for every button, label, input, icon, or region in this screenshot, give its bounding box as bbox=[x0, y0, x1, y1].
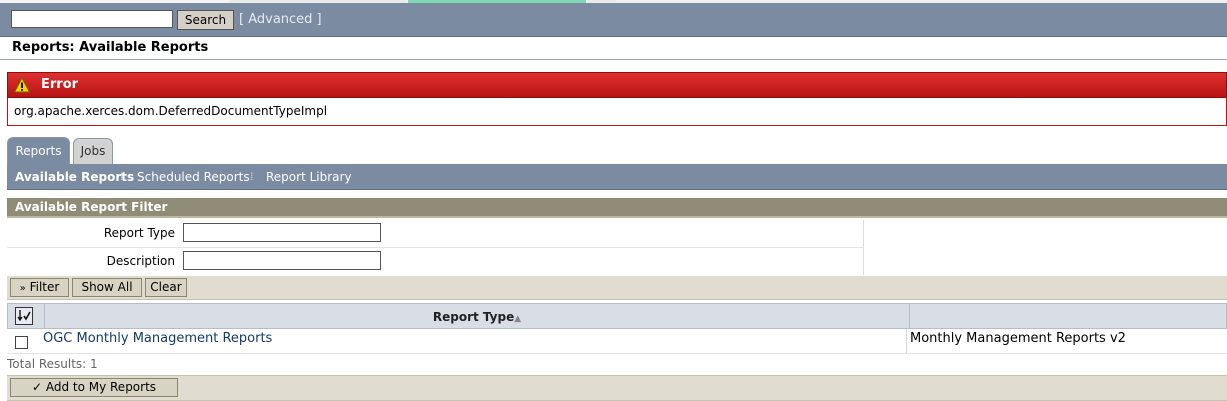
report-type-label: Report Type bbox=[103, 226, 175, 240]
add-to-my-reports-label: Add to My Reports bbox=[45, 380, 157, 394]
table-header: Report Type▲ bbox=[7, 303, 1227, 329]
warning-icon bbox=[14, 77, 30, 93]
column-divider bbox=[906, 329, 907, 354]
row-checkbox[interactable] bbox=[15, 336, 28, 349]
filter-chevron-icon: » bbox=[19, 283, 26, 294]
search-input[interactable] bbox=[11, 10, 173, 28]
add-to-my-reports-button[interactable]: ✓ Add to My Reports bbox=[10, 378, 178, 397]
report-description: Monthly Management Reports v2 bbox=[910, 331, 1126, 346]
filter-row-divider bbox=[7, 247, 864, 248]
subnav-separator: ⁞ bbox=[250, 170, 254, 183]
search-bar: Search [ Advanced ] bbox=[0, 3, 1227, 37]
error-title: Error bbox=[41, 77, 79, 92]
action-bar: ✓ Add to My Reports bbox=[7, 375, 1227, 401]
page-title: Reports: Available Reports bbox=[0, 37, 1227, 60]
description-field[interactable] bbox=[183, 251, 381, 270]
subnav-available-reports[interactable]: Available Reports bbox=[15, 170, 134, 184]
error-header: Error bbox=[7, 72, 1227, 98]
filter-panel-header: Available Report Filter bbox=[7, 198, 1227, 218]
reports-subnav: Available Reports ⁞ Scheduled Reports ⁞ … bbox=[7, 164, 1227, 190]
report-type-field[interactable] bbox=[183, 223, 381, 242]
report-type-link[interactable]: OGC Monthly Management Reports bbox=[43, 331, 272, 346]
description-label: Description bbox=[106, 254, 175, 268]
advanced-search-link[interactable]: [ Advanced ] bbox=[239, 12, 322, 27]
subnav-scheduled-reports[interactable]: Scheduled Reports bbox=[137, 170, 250, 184]
tab-reports[interactable]: Reports bbox=[7, 137, 70, 165]
filter-button[interactable]: » Filter bbox=[10, 278, 69, 297]
table-row: OGC Monthly Management Reports Monthly M… bbox=[7, 329, 1227, 354]
error-message: org.apache.xerces.dom.DeferredDocumentTy… bbox=[7, 98, 1227, 126]
tab-jobs[interactable]: Jobs bbox=[73, 138, 113, 164]
filter-form: Report Type Description bbox=[7, 220, 864, 275]
subnav-separator: ⁞ bbox=[120, 170, 124, 183]
total-results: Total Results: 1 bbox=[7, 357, 98, 371]
column-header-label: Report Type bbox=[432, 310, 515, 324]
check-icon: ✓ bbox=[31, 380, 42, 394]
column-header-report-type[interactable]: Report Type▲ bbox=[44, 304, 910, 329]
search-button[interactable]: Search bbox=[177, 10, 234, 30]
sort-ascending-icon: ▲ bbox=[514, 314, 522, 324]
filter-button-label: Filter bbox=[29, 280, 60, 294]
subnav-report-library[interactable]: Report Library bbox=[266, 170, 352, 184]
select-all-icon bbox=[17, 310, 31, 322]
select-all-toggle[interactable] bbox=[15, 307, 33, 325]
clear-button[interactable]: Clear bbox=[145, 278, 187, 297]
show-all-button[interactable]: Show All bbox=[72, 278, 142, 297]
filter-button-bar: » Filter Show All Clear bbox=[7, 276, 1227, 300]
